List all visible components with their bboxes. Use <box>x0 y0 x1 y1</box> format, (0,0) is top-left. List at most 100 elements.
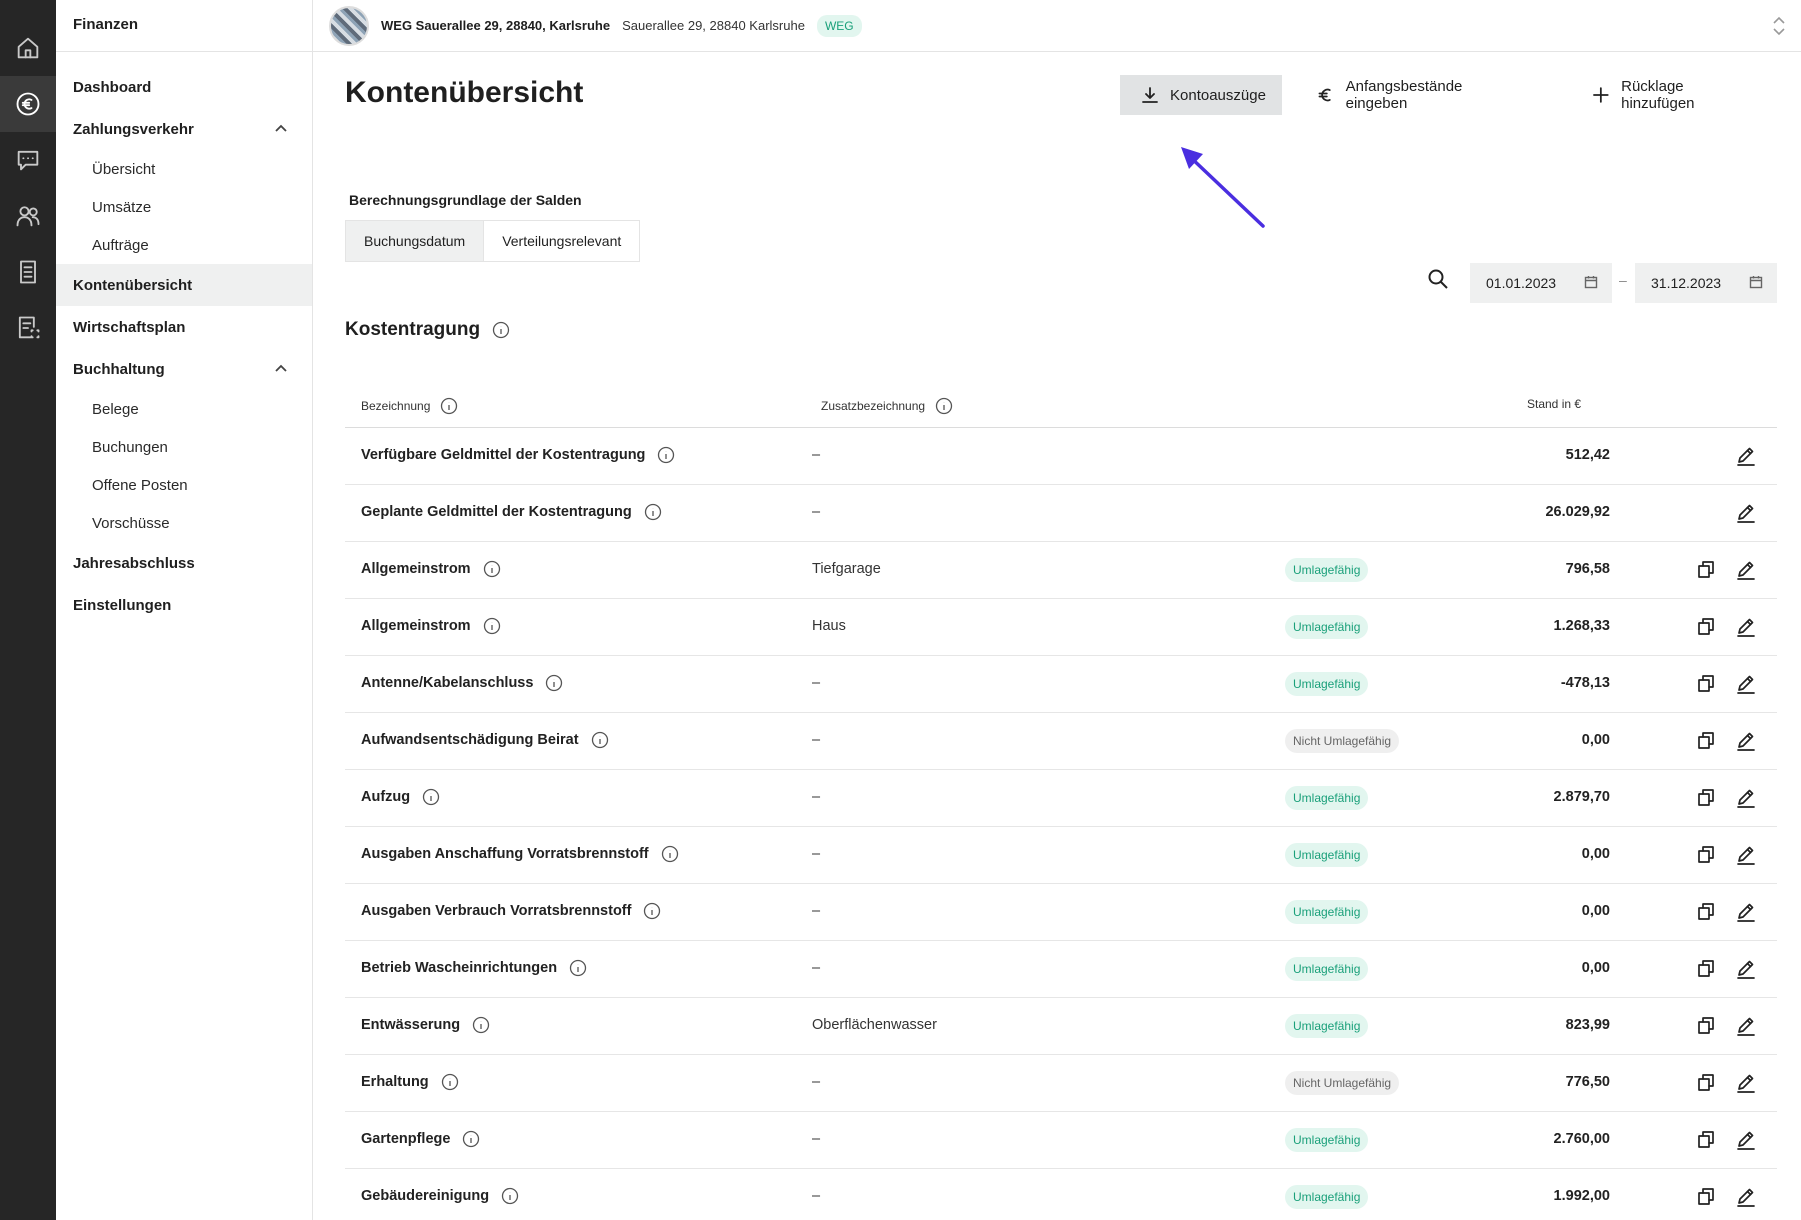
copy-icon[interactable] <box>1695 843 1717 865</box>
info-icon[interactable] <box>935 397 953 415</box>
edit-icon[interactable] <box>1735 615 1757 637</box>
table-row[interactable]: Verfügbare Geldmittel der Kostentragung –… <box>345 428 1777 485</box>
sidebar-item-label: Jahresabschluss <box>73 554 195 572</box>
copy-icon[interactable] <box>1695 729 1717 751</box>
sidebar-item-belege[interactable]: Belege <box>56 390 312 428</box>
sidebar-item-wirtschaftsplan[interactable]: Wirtschaftsplan <box>56 306 312 348</box>
info-icon[interactable] <box>440 397 458 415</box>
info-icon[interactable] <box>483 560 501 578</box>
copy-icon[interactable] <box>1695 1014 1717 1036</box>
edit-icon[interactable] <box>1735 1128 1757 1150</box>
table-row[interactable]: Allgemeinstrom Tiefgarage Umlagefähig 796,5… <box>345 542 1777 599</box>
table-row[interactable]: Aufwandsentschädigung Beirat – Nicht Umlag… <box>345 713 1777 770</box>
info-icon[interactable] <box>441 1073 459 1091</box>
rail-finance[interactable] <box>0 76 56 132</box>
row-name-text: Allgemeinstrom <box>361 561 471 577</box>
statements-button[interactable]: Kontoauszüge <box>1120 75 1282 115</box>
row-amount: 512,42 <box>1565 447 1610 463</box>
sidebar-item-uebersicht[interactable]: Übersicht <box>56 150 312 188</box>
info-icon[interactable] <box>472 1016 490 1034</box>
edit-icon[interactable] <box>1735 1014 1757 1036</box>
rail-documents[interactable] <box>0 244 56 300</box>
edit-icon[interactable] <box>1735 1071 1757 1093</box>
sidebar-item-umsaetze[interactable]: Umsätze <box>56 188 312 226</box>
sidebar-item-buchhaltung[interactable]: Buchhaltung <box>56 348 312 390</box>
table-row[interactable]: Betrieb Wascheinrichtungen – Umlagefähig 0,… <box>345 941 1777 998</box>
info-icon[interactable] <box>643 902 661 920</box>
copy-icon[interactable] <box>1695 900 1717 922</box>
copy-icon[interactable] <box>1695 1128 1717 1150</box>
page-title: Kontenübersicht <box>345 76 584 109</box>
row-name-text: Erhaltung <box>361 1074 429 1090</box>
table-row[interactable]: Ausgaben Anschaffung Vorratsbrennstoff – U… <box>345 827 1777 884</box>
row-amount: 1.992,00 <box>1553 1188 1610 1204</box>
search-button[interactable] <box>1423 264 1453 294</box>
rail-people[interactable] <box>0 188 56 244</box>
info-icon[interactable] <box>569 959 587 977</box>
info-icon[interactable] <box>591 731 609 749</box>
table-row[interactable]: Antenne/Kabelanschluss – Umlagefähig -478,1… <box>345 656 1777 713</box>
copy-icon[interactable] <box>1695 1185 1717 1207</box>
table-row[interactable]: Erhaltung – Nicht Umlagefähig 776,50 <box>345 1055 1777 1112</box>
copy-icon[interactable] <box>1695 786 1717 808</box>
info-icon[interactable] <box>545 674 563 692</box>
copy-icon[interactable] <box>1695 1071 1717 1093</box>
rail-messages[interactable] <box>0 132 56 188</box>
edit-icon[interactable] <box>1735 900 1757 922</box>
edit-icon[interactable] <box>1735 444 1757 466</box>
edit-icon[interactable] <box>1735 729 1757 751</box>
copy-icon[interactable] <box>1695 558 1717 580</box>
sidebar-item-auftraege[interactable]: Aufträge <box>56 226 312 264</box>
info-icon[interactable] <box>483 617 501 635</box>
table-row[interactable]: Gebäudereinigung – Umlagefähig 1.992,00 <box>345 1169 1777 1220</box>
sidebar-item-einstellungen[interactable]: Einstellungen <box>56 584 312 626</box>
sidebar-item-zahlungsverkehr[interactable]: Zahlungsverkehr <box>56 108 312 150</box>
info-icon[interactable] <box>492 321 510 339</box>
info-icon[interactable] <box>501 1187 519 1205</box>
row-amount: 1.268,33 <box>1553 618 1610 634</box>
sidebar-nav: Dashboard Zahlungsverkehr Übersicht Umsä… <box>56 52 312 626</box>
sidebar-item-offene-posten[interactable]: Offene Posten <box>56 466 312 504</box>
info-icon[interactable] <box>462 1130 480 1148</box>
sidebar-item-buchungen[interactable]: Buchungen <box>56 428 312 466</box>
edit-icon[interactable] <box>1735 957 1757 979</box>
info-icon[interactable] <box>657 446 675 464</box>
property-title[interactable]: WEG Sauerallee 29, 28840, Karlsruhe <box>381 18 610 33</box>
table-row[interactable]: Geplante Geldmittel der Kostentragung – 26… <box>345 485 1777 542</box>
edit-icon[interactable] <box>1735 786 1757 808</box>
plus-icon <box>1593 87 1610 103</box>
edit-icon[interactable] <box>1735 501 1757 523</box>
allocation-badge: Umlagefähig <box>1285 558 1369 582</box>
info-icon[interactable] <box>661 845 679 863</box>
copy-icon[interactable] <box>1695 672 1717 694</box>
edit-icon[interactable] <box>1735 672 1757 694</box>
table-row[interactable]: Aufzug – Umlagefähig 2.879,70 <box>345 770 1777 827</box>
chevron-up-down-icon[interactable] <box>1771 14 1787 38</box>
copy-icon[interactable] <box>1695 957 1717 979</box>
sidebar-item-dashboard[interactable]: Dashboard <box>56 66 312 108</box>
edit-icon[interactable] <box>1735 1185 1757 1207</box>
rail-scan[interactable] <box>0 300 56 356</box>
topbar: WEG Sauerallee 29, 28840, Karlsruhe Saue… <box>313 0 1801 52</box>
basis-booking-date[interactable]: Buchungsdatum <box>346 221 484 261</box>
date-to-field[interactable]: 31.12.2023 <box>1635 263 1777 303</box>
opening-balances-button[interactable]: Anfangsbestände eingeben <box>1300 75 1542 115</box>
rail-home[interactable] <box>0 20 56 76</box>
table-row[interactable]: Allgemeinstrom Haus Umlagefähig 1.268,33 <box>345 599 1777 656</box>
info-icon[interactable] <box>644 503 662 521</box>
table-row[interactable]: Ausgaben Verbrauch Vorratsbrennstoff – Uml… <box>345 884 1777 941</box>
table-row[interactable]: Entwässerung Oberflächenwasser Umlagefähig… <box>345 998 1777 1055</box>
copy-icon[interactable] <box>1695 615 1717 637</box>
table-row[interactable]: Gartenpflege – Umlagefähig 2.760,00 <box>345 1112 1777 1169</box>
property-avatar[interactable] <box>329 5 369 46</box>
sidebar-item-kontenuebersicht[interactable]: Kontenübersicht <box>56 264 312 306</box>
sidebar-item-label: Einstellungen <box>73 596 172 614</box>
sidebar-item-vorschuesse[interactable]: Vorschüsse <box>56 504 312 542</box>
date-from-field[interactable]: 01.01.2023 <box>1470 263 1612 303</box>
basis-distribution-relevant[interactable]: Verteilungsrelevant <box>483 221 639 261</box>
add-reserve-button[interactable]: Rücklage hinzufügen <box>1571 75 1775 115</box>
edit-icon[interactable] <box>1735 558 1757 580</box>
edit-icon[interactable] <box>1735 843 1757 865</box>
info-icon[interactable] <box>422 788 440 806</box>
sidebar-item-jahresabschluss[interactable]: Jahresabschluss <box>56 542 312 584</box>
